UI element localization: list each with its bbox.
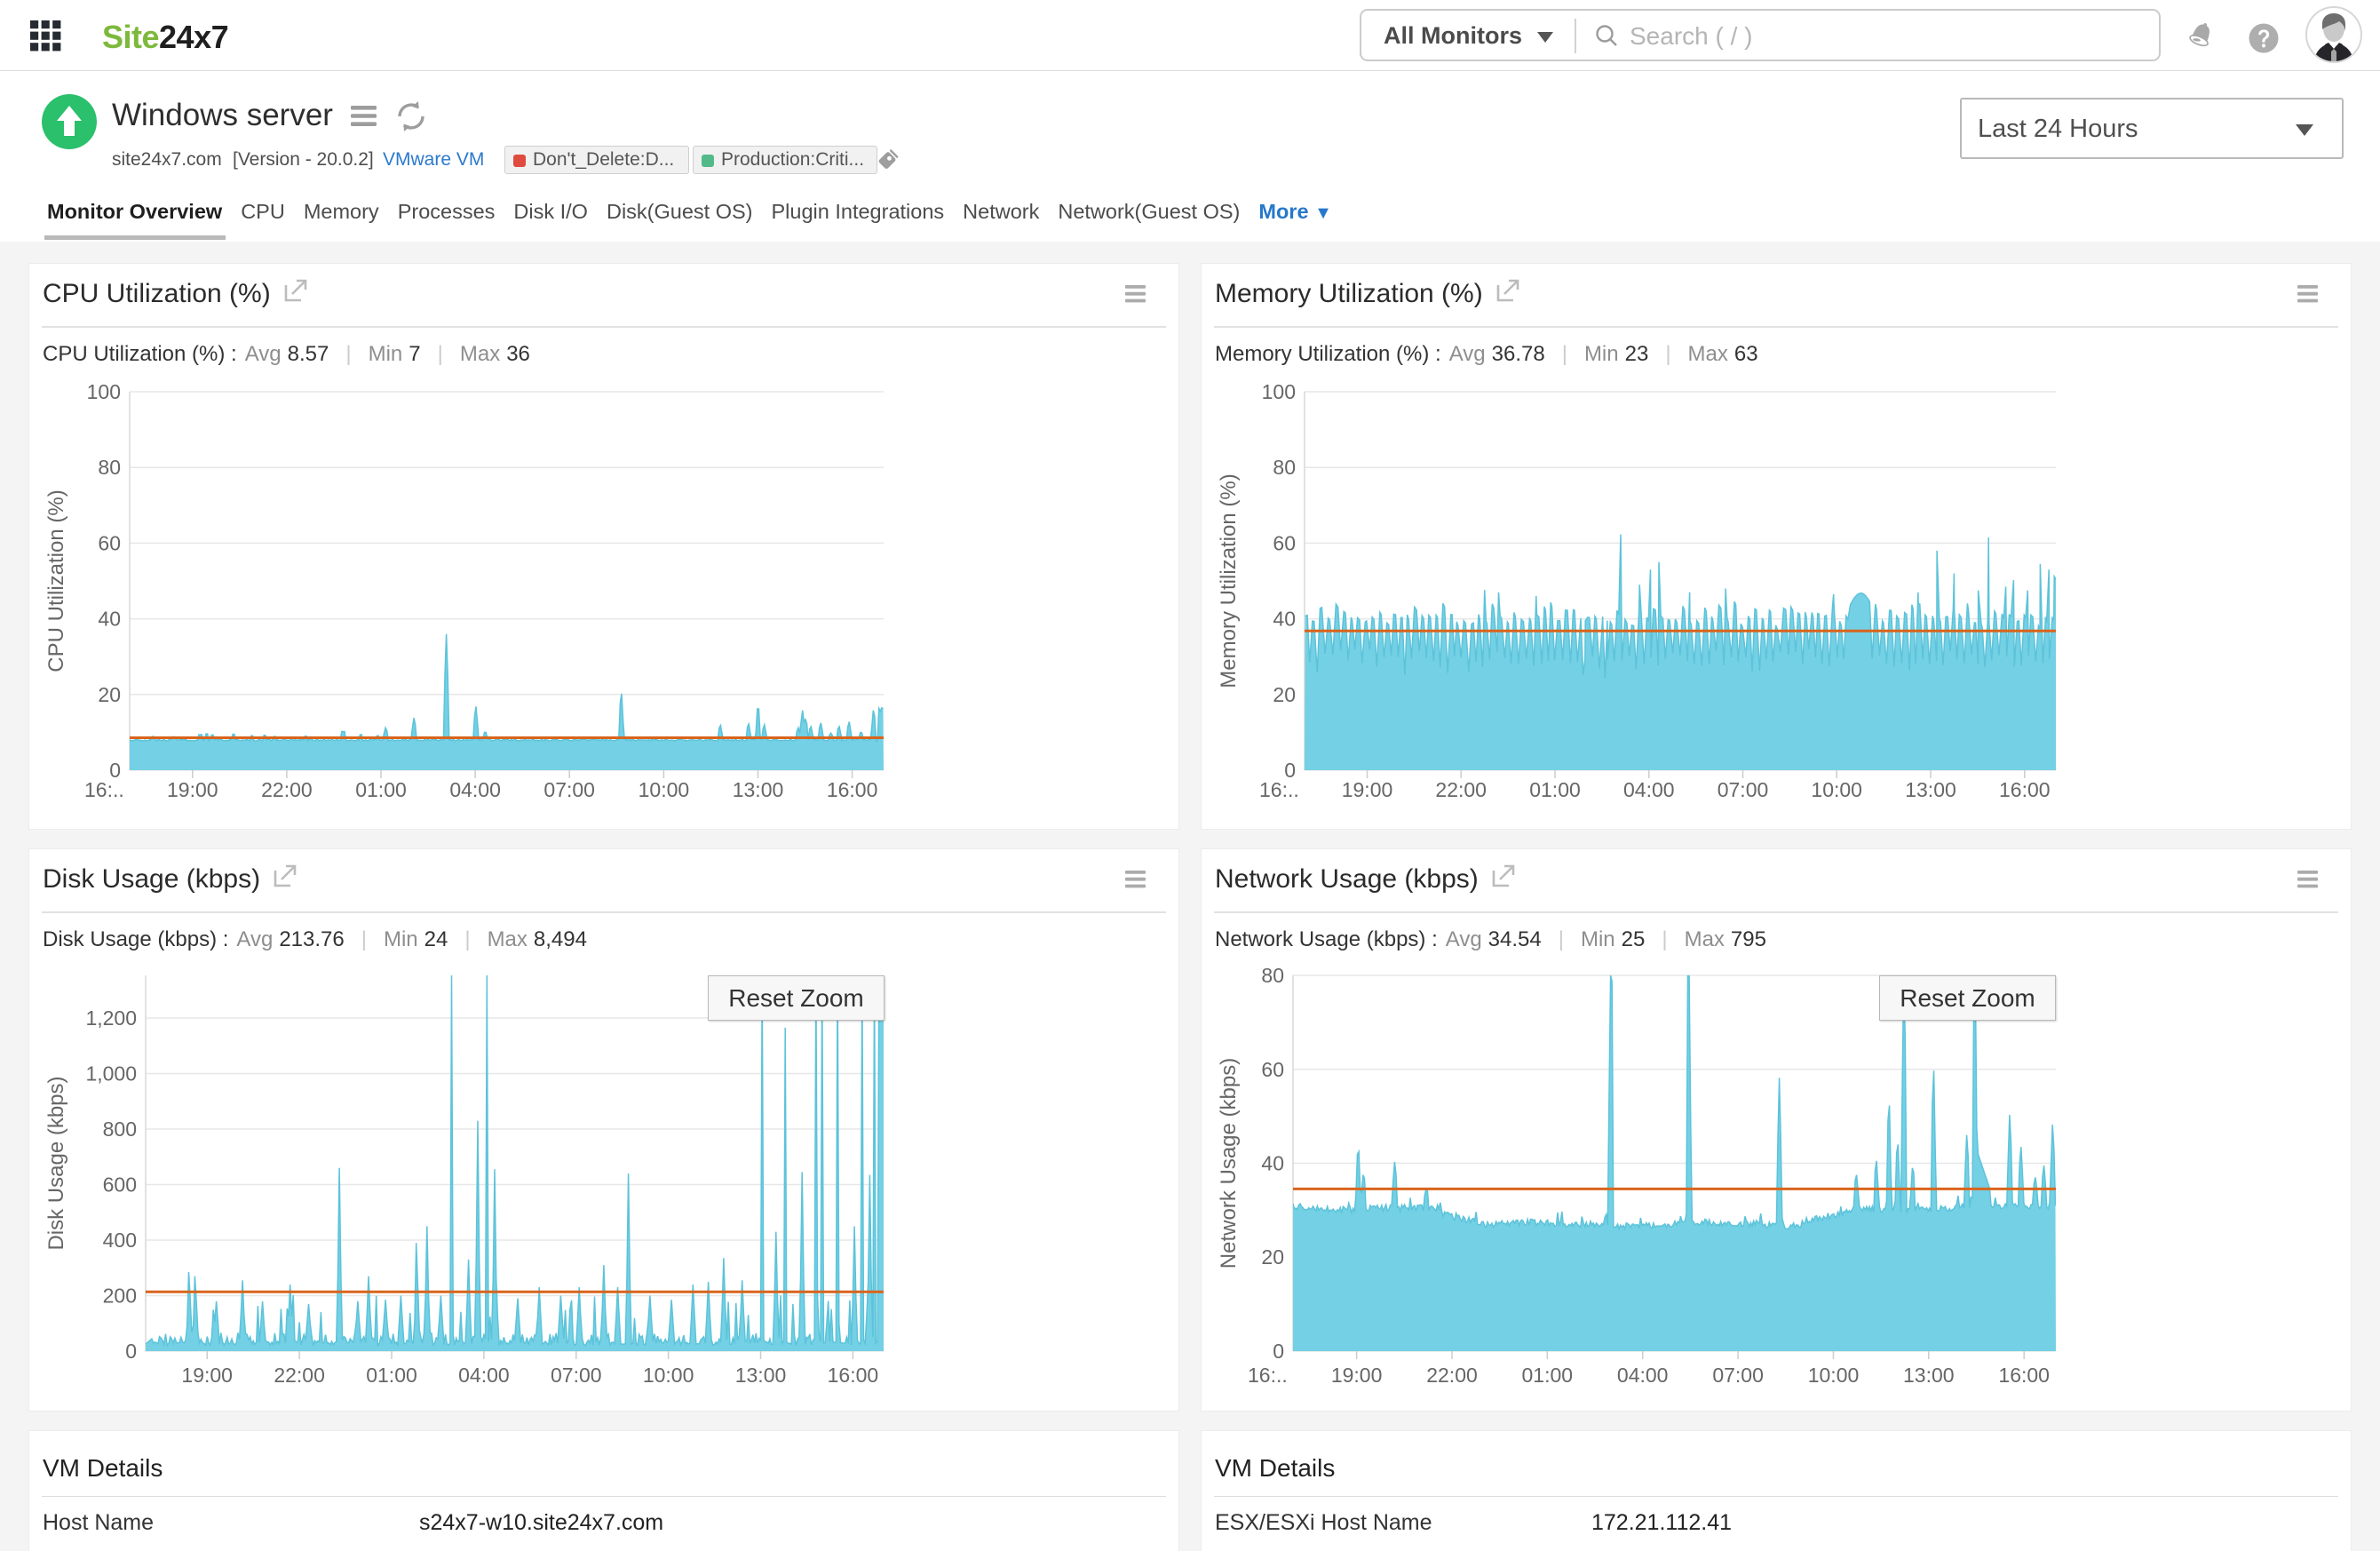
svg-text:80: 80 <box>98 456 121 479</box>
svg-text:01:00: 01:00 <box>1529 778 1581 801</box>
svg-text:07:00: 07:00 <box>1712 1364 1764 1387</box>
svg-text:04:00: 04:00 <box>449 778 501 801</box>
svg-text:400: 400 <box>103 1229 137 1252</box>
svg-text:16:..: 16:.. <box>1248 1364 1288 1387</box>
svg-text:100: 100 <box>1262 380 1296 403</box>
svg-text:01:00: 01:00 <box>1522 1364 1574 1387</box>
svg-text:20: 20 <box>98 683 121 706</box>
svg-text:0: 0 <box>1273 1340 1284 1363</box>
svg-text:13:00: 13:00 <box>733 778 784 801</box>
svg-text:40: 40 <box>98 608 121 631</box>
svg-text:19:00: 19:00 <box>167 778 218 801</box>
svg-text:10:00: 10:00 <box>1808 1364 1860 1387</box>
svg-text:19:00: 19:00 <box>181 1364 233 1387</box>
svg-text:13:00: 13:00 <box>735 1364 787 1387</box>
svg-text:200: 200 <box>103 1285 137 1308</box>
svg-text:10:00: 10:00 <box>639 778 690 801</box>
svg-text:40: 40 <box>1261 1152 1284 1175</box>
svg-text:07:00: 07:00 <box>543 778 595 801</box>
svg-text:22:00: 22:00 <box>1426 1364 1478 1387</box>
svg-text:1,000: 1,000 <box>85 1062 137 1086</box>
svg-text:16:..: 16:.. <box>84 778 124 801</box>
svg-text:20: 20 <box>1273 683 1296 706</box>
svg-text:07:00: 07:00 <box>1718 778 1769 801</box>
svg-text:16:00: 16:00 <box>827 778 878 801</box>
svg-text:0: 0 <box>125 1340 137 1363</box>
svg-text:60: 60 <box>1273 531 1296 554</box>
svg-text:CPU Utilization (%): CPU Utilization (%) <box>44 489 68 672</box>
svg-text:80: 80 <box>1273 456 1296 479</box>
svg-text:19:00: 19:00 <box>1342 778 1393 801</box>
svg-text:40: 40 <box>1273 608 1296 631</box>
svg-text:22:00: 22:00 <box>274 1364 325 1387</box>
svg-text:01:00: 01:00 <box>366 1364 417 1387</box>
svg-text:1,200: 1,200 <box>85 1006 137 1030</box>
svg-text:600: 600 <box>103 1173 137 1197</box>
svg-text:100: 100 <box>87 380 121 403</box>
svg-text:04:00: 04:00 <box>458 1364 510 1387</box>
svg-text:07:00: 07:00 <box>551 1364 602 1387</box>
svg-text:04:00: 04:00 <box>1623 778 1675 801</box>
svg-text:13:00: 13:00 <box>1905 778 1956 801</box>
svg-text:16:00: 16:00 <box>1998 1364 2050 1387</box>
svg-text:16:00: 16:00 <box>828 1364 879 1387</box>
svg-text:60: 60 <box>1261 1058 1284 1081</box>
svg-text:04:00: 04:00 <box>1617 1364 1669 1387</box>
svg-text:16:00: 16:00 <box>1999 778 2051 801</box>
svg-text:13:00: 13:00 <box>1903 1364 1955 1387</box>
svg-text:22:00: 22:00 <box>261 778 313 801</box>
svg-text:20: 20 <box>1261 1245 1284 1269</box>
svg-text:80: 80 <box>1261 964 1284 987</box>
svg-text:19:00: 19:00 <box>1331 1364 1383 1387</box>
svg-text:10:00: 10:00 <box>1811 778 1862 801</box>
svg-text:01:00: 01:00 <box>355 778 407 801</box>
svg-text:800: 800 <box>103 1118 137 1141</box>
svg-text:Network Usage (kbps): Network Usage (kbps) <box>1217 1058 1241 1269</box>
svg-text:Memory Utilization (%): Memory Utilization (%) <box>1217 473 1241 688</box>
svg-text:Disk Usage (kbps): Disk Usage (kbps) <box>44 1076 68 1250</box>
svg-text:16:..: 16:.. <box>1259 778 1299 801</box>
svg-text:10:00: 10:00 <box>643 1364 694 1387</box>
svg-text:22:00: 22:00 <box>1435 778 1487 801</box>
svg-text:60: 60 <box>98 531 121 554</box>
